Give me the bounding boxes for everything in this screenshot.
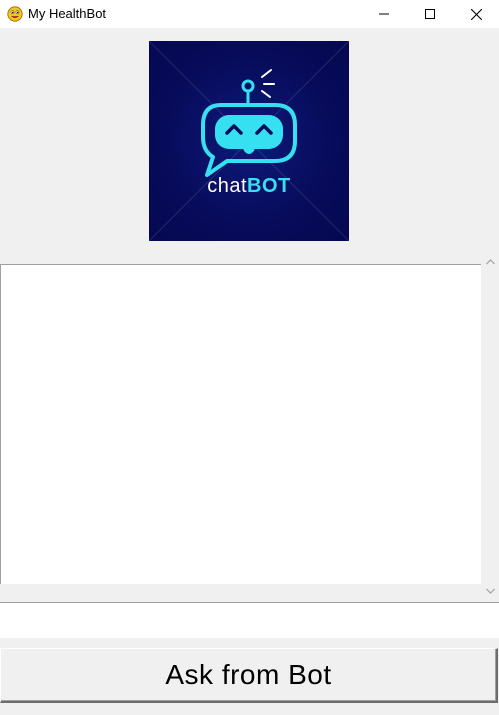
minimize-button[interactable] <box>361 0 407 28</box>
scroll-down-button[interactable] <box>482 581 499 598</box>
close-icon <box>470 8 482 20</box>
chevron-down-icon <box>486 581 495 599</box>
banner-text-chat: chat <box>207 175 248 197</box>
ask-from-bot-button[interactable]: Ask from Bot <box>0 648 498 703</box>
chat-display[interactable] <box>0 264 481 584</box>
message-input[interactable] <box>0 602 499 638</box>
chatbot-banner-image: chatBOT <box>149 41 349 241</box>
minimize-icon <box>379 9 389 19</box>
window-title: My HealthBot <box>28 6 107 21</box>
maximize-icon <box>425 9 435 19</box>
chevron-up-icon <box>486 252 495 270</box>
title-bar: My HealthBot <box>0 0 499 28</box>
chat-scrollbar[interactable] <box>482 252 499 598</box>
banner-text-bot: BOT <box>247 175 291 197</box>
scroll-up-button[interactable] <box>482 252 499 269</box>
close-button[interactable] <box>453 0 499 28</box>
robot-chat-bubble-icon <box>149 41 349 241</box>
maximize-button[interactable] <box>407 0 453 28</box>
smiley-face-icon <box>7 6 23 22</box>
banner-logo-text: chatBOT <box>149 175 349 198</box>
